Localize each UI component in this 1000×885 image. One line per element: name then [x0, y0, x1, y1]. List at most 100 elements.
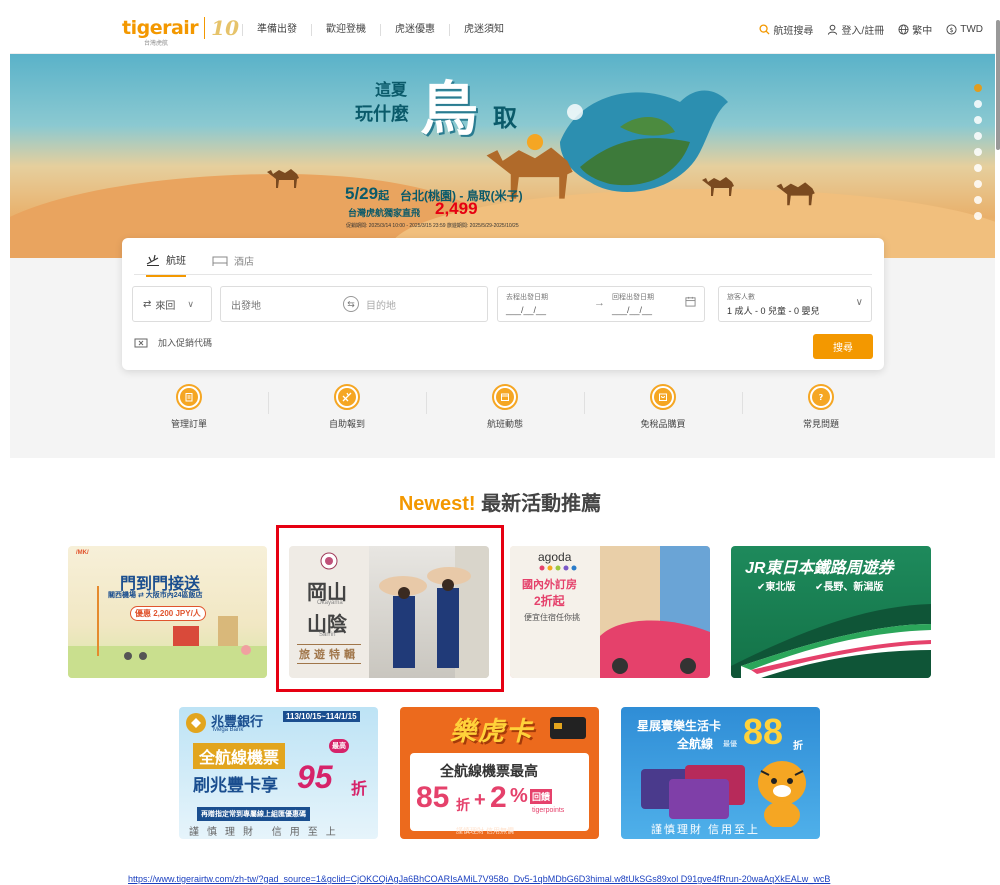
svg-text:?: ?: [819, 393, 824, 402]
carousel-dot[interactable]: [974, 100, 982, 108]
hero-price: 2,499: [435, 199, 478, 218]
promo-banner-jr-east[interactable]: JR東日本鐵路周遊券 ✔東北版 ✔長野、新潟版: [731, 546, 931, 678]
hotel-icon: [212, 256, 228, 266]
destination-input[interactable]: 目的地: [366, 297, 396, 312]
depart-date-value: ___/__/__: [506, 305, 547, 315]
trip-type-select[interactable]: ⇄ 來回 ∨: [132, 286, 212, 322]
quick-link-label: 免稅品購買: [640, 419, 686, 429]
quick-link-faq[interactable]: ? 常見問題: [742, 384, 900, 434]
promo-banner-dbs[interactable]: 星展寰樂生活卡 全航線 最優 88 折 謹慎理財 信用至上: [621, 707, 820, 839]
language-selector[interactable]: 繁中: [898, 22, 932, 37]
b7-discount-unit: 折: [793, 741, 803, 752]
quick-link-flight-status[interactable]: 航班動態: [426, 384, 584, 434]
promo-code-label: 加入促銷代碼: [158, 338, 213, 348]
currency-icon: $: [946, 24, 957, 35]
main-nav: 準備出發 歡迎登機 虎迷優惠 虎迷須知: [242, 24, 518, 36]
tigerair-logo[interactable]: tigerair 台灣虎航 10: [122, 16, 239, 47]
nav-item-boarding[interactable]: 歡迎登機: [311, 24, 380, 36]
question-icon: ?: [808, 384, 834, 410]
passenger-value: 1 成人 - 0 兒童 - 0 嬰兒: [727, 306, 820, 316]
mk-logo: /MK/: [76, 550, 89, 556]
ticket-icon: [134, 338, 148, 347]
page-scrollbar[interactable]: [996, 20, 1000, 150]
carousel-dot[interactable]: [974, 196, 982, 204]
quick-link-label: 管理訂單: [170, 419, 207, 429]
header-actions: 航班搜尋 登入/註冊 繁中 $ TWD: [759, 22, 983, 37]
quick-link-duty-free[interactable]: 免稅品購買: [584, 384, 742, 434]
carousel-dot[interactable]: [974, 180, 982, 188]
globe-icon: [898, 24, 909, 35]
selected-banner-highlight: [276, 525, 504, 692]
quick-link-manage-booking[interactable]: 管理訂單: [110, 384, 268, 434]
user-icon: [828, 24, 838, 35]
b3-line1: 國內外訂房: [522, 579, 577, 591]
top-header: tigerair 台灣虎航 10 準備出發 歡迎登機 虎迷優惠 虎迷須知 航班搜…: [10, 8, 995, 54]
b3-line3: 便宜住宿任你挑: [524, 613, 580, 622]
promotions-title: Newest! 最新活動推薦: [0, 487, 1000, 516]
search-icon: [759, 24, 770, 35]
carousel-dots: [974, 84, 982, 220]
page-root: { "header": { "logo_text": "tigerair", "…: [0, 0, 1000, 885]
flight-search-label: 航班搜尋: [773, 26, 814, 37]
nav-item-prepare[interactable]: 準備出發: [242, 24, 311, 36]
b6-plus: +: [474, 789, 486, 811]
b7-line2: 全航線: [677, 737, 714, 751]
login-link[interactable]: 登入/註冊: [827, 22, 884, 37]
b4-title: JR東日本鐵路周遊券: [745, 560, 894, 577]
b6-d2-sub: 回饋: [530, 789, 553, 804]
credit-card-icon: [550, 717, 586, 739]
carousel-dot[interactable]: [974, 132, 982, 140]
return-date-label: 回程出發日期: [612, 294, 654, 301]
nav-item-offers[interactable]: 虎迷優惠: [380, 24, 449, 36]
b4-sub2: ✔長野、新潟版: [815, 578, 883, 593]
hero-title-line1: 這夏: [375, 80, 408, 99]
hero-date-value: 5/29: [345, 184, 379, 203]
logo-text: tigerair: [122, 17, 199, 39]
plane-icon: [334, 384, 360, 410]
swap-route-icon[interactable]: ⇆: [343, 296, 359, 312]
calendar-icon: [685, 296, 696, 307]
date-field[interactable]: 去程出發日期 ___/__/__ → 回程出發日期 ___/__/__: [497, 286, 705, 322]
promotions-title-text: 最新活動推薦: [481, 493, 602, 515]
tiger-mascot-icon: [758, 761, 806, 827]
flight-search-link[interactable]: 航班搜尋: [759, 22, 813, 37]
quick-link-checkin[interactable]: 自助報到: [268, 384, 426, 434]
promo-banner-door-to-door[interactable]: /MK/ 門到門接送 關西機場 ⇄ 大阪市內24區飯店 優惠 2,200 JPY…: [68, 546, 267, 678]
carousel-dot[interactable]: [974, 84, 982, 92]
carousel-dot[interactable]: [974, 164, 982, 172]
b7-max: 最優: [723, 741, 737, 748]
b5-line1: 全航線機票: [193, 743, 286, 769]
promo-banner-agoda[interactable]: agoda 國內外訂房 2折起 便宜住宿任你挑: [510, 546, 710, 678]
arrow-right-icon: →: [594, 297, 605, 309]
promo-banner-mega-bank[interactable]: 兆豐銀行 Mega Bank 113/10/15~114/1/15 全航線機票 …: [179, 707, 378, 839]
passenger-field[interactable]: 旅客人數 1 成人 - 0 兒童 - 0 嬰兒 ∨: [718, 286, 872, 322]
carousel-dot[interactable]: [974, 212, 982, 220]
b6-title: 樂虎卡: [450, 716, 535, 746]
swap-arrows-icon: ⇄: [143, 298, 152, 310]
nav-item-info[interactable]: 虎迷須知: [449, 24, 518, 36]
return-date-value: ___/__/__: [612, 305, 653, 315]
b6-d1-unit: 折: [456, 797, 470, 813]
camel-icon: [776, 182, 815, 206]
page-url-link[interactable]: https://www.tigerairtw.com/zh-tw/?gad_so…: [128, 874, 830, 884]
hero-fine-print: 促銷期間: 2025/3/14 10:00 - 2025/3/15 23:59 …: [346, 223, 519, 229]
tab-hotel-label: 酒店: [234, 257, 254, 268]
promo-code-link[interactable]: 加入促銷代碼: [134, 336, 212, 349]
carousel-dot[interactable]: [974, 148, 982, 156]
b6-tigerpoints: tigerpoints: [532, 807, 565, 814]
clipboard-icon: [176, 384, 202, 410]
language-label: 繁中: [912, 26, 933, 37]
carousel-dot[interactable]: [974, 116, 982, 124]
b1-subtitle: 關西機場 ⇄ 大阪市內24區飯店: [108, 592, 203, 599]
agoda-dots-icon: [539, 565, 577, 571]
search-button[interactable]: 搜尋: [813, 334, 873, 359]
agoda-logo: agoda: [538, 550, 572, 564]
hero-price-label: 台灣虎航獨家直飛: [348, 208, 421, 218]
currency-selector[interactable]: $ TWD: [946, 24, 983, 35]
origin-input[interactable]: 出發地: [231, 297, 261, 312]
dbs-cards-icon: [641, 765, 745, 819]
hero-title-big2: 取: [493, 103, 517, 132]
hero-banner[interactable]: 這夏 玩什麼 鳥 取 5/29起 台北(桃園) - 鳥取(米子) 台灣虎航獨家直…: [10, 54, 995, 258]
promo-banner-tiger-card[interactable]: 樂虎卡 全航線機票最高 85 折 + 2 % 回饋 tigerpoints 謹慎…: [400, 707, 599, 839]
route-field: 出發地 ⇆ 目的地: [220, 286, 488, 322]
